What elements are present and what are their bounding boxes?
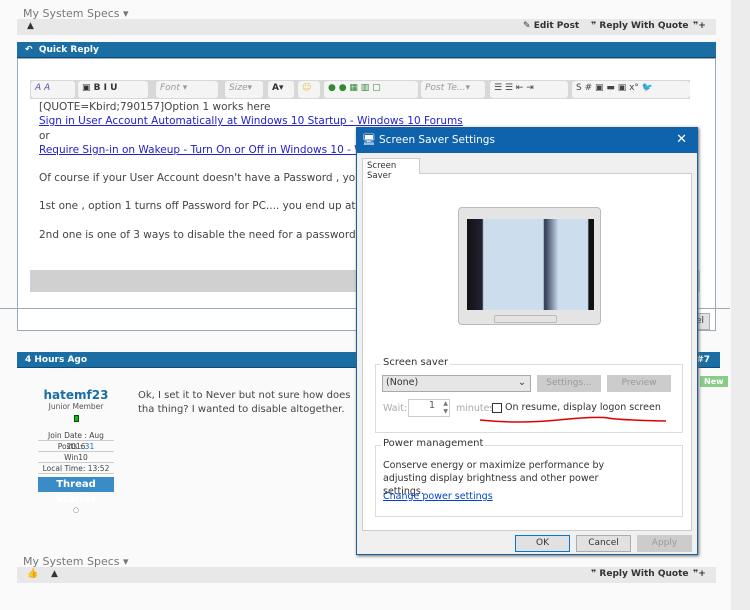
- post-action-bar-top: ▲ ✎ Edit Post ❞ Reply With Quote ❞+: [17, 19, 716, 35]
- list-indent-icons[interactable]: ☰ ☰ ⇤ ⇥: [490, 81, 568, 98]
- size-select[interactable]: Size▾: [225, 81, 263, 98]
- tab-screen-saver[interactable]: Screen Saver: [362, 158, 420, 181]
- font-select[interactable]: Font ▾: [156, 81, 218, 98]
- post-body: Ok, I set it to Never but not sure how d…: [138, 390, 351, 415]
- power-management-group: Power management Conserve energy or maxi…: [375, 438, 683, 517]
- screen-saver-group: Screen saver (None) ⌄ Settings... Preview…: [375, 357, 683, 433]
- reply-with-quote-button[interactable]: ❞ Reply With Quote: [591, 21, 689, 31]
- screen-saver-select[interactable]: (None) ⌄: [382, 375, 531, 392]
- font-label: Font: [160, 83, 180, 93]
- edit-post-label: Edit Post: [533, 21, 580, 31]
- online-status-icon: [73, 415, 79, 422]
- thread-starter-badge: Thread Starter: [38, 477, 114, 505]
- posts-label: Posts :: [57, 442, 85, 451]
- multi-quote-icon[interactable]: ❞+: [693, 569, 706, 579]
- dialog-title: Screen Saver Settings: [379, 134, 495, 146]
- spinner-arrows-icon[interactable]: ▲ ▼: [443, 400, 448, 416]
- text-line: [QUOTE=Kbird;790157]Option 1 works here: [39, 101, 271, 113]
- join-date: Join Date : Aug 2016: [38, 430, 114, 451]
- username[interactable]: hatemf23: [38, 388, 114, 402]
- posts-count: Posts : 31: [38, 441, 114, 452]
- paste-bold-italic-underline[interactable]: ▣ B I U: [78, 81, 148, 98]
- close-icon[interactable]: ✕: [676, 132, 687, 147]
- chevron-down-icon: ⌄: [518, 377, 526, 388]
- wait-label: Wait:: [383, 403, 408, 414]
- monitor-stand: [494, 315, 557, 323]
- logon-checkbox-label[interactable]: On resume, display logon screen: [505, 402, 661, 413]
- preview-screen: [467, 219, 594, 310]
- selected-screen-saver: (None): [386, 377, 419, 388]
- like-icon[interactable]: 👍: [27, 569, 38, 579]
- link-image-video-icons[interactable]: ● ● ▦ ▥ ▢: [324, 81, 418, 98]
- post-template-label: Post Te...: [425, 83, 466, 93]
- screen-saver-legend: Screen saver: [381, 357, 451, 368]
- local-time: Local Time: 13:52: [38, 463, 114, 474]
- power-management-legend: Power management: [381, 438, 486, 449]
- post-number[interactable]: #7: [696, 355, 710, 365]
- user-os: Win10: [38, 452, 114, 463]
- new-badge: New: [700, 376, 728, 387]
- screen-saver-dialog: 🖥 Screen Saver Settings ✕ Screen Saver S…: [356, 127, 698, 555]
- ok-button[interactable]: OK: [515, 535, 570, 552]
- wait-spinner[interactable]: 1 ▲ ▼: [408, 399, 450, 417]
- user-info: hatemf23 Junior Member Join Date : Aug 2…: [38, 388, 114, 514]
- quick-reply-header: ↶ Quick Reply: [17, 42, 716, 58]
- reply-with-quote-button[interactable]: ❞ Reply With Quote: [591, 569, 689, 579]
- misc-format-icons[interactable]: S # ▣ ▬ ▣ x° 🐦: [572, 81, 690, 98]
- cancel-button[interactable]: Cancel: [576, 535, 631, 552]
- report-icon[interactable]: ▲: [27, 21, 34, 31]
- wait-value: 1: [428, 400, 435, 411]
- text-color-icon[interactable]: A▾: [268, 81, 294, 98]
- quick-reply-title: Quick Reply: [38, 45, 99, 55]
- change-power-settings-link[interactable]: Change power settings: [383, 491, 493, 502]
- monitor-icon: 🖥: [362, 133, 376, 146]
- post-time: 4 Hours Ago: [25, 355, 88, 365]
- report-icon[interactable]: ▲: [51, 569, 58, 579]
- logon-checkbox[interactable]: [492, 403, 502, 413]
- apply-button[interactable]: Apply: [637, 535, 692, 552]
- posts-link[interactable]: 31: [85, 442, 95, 451]
- user-rank: Junior Member: [48, 402, 104, 411]
- dialog-titlebar: 🖥 Screen Saver Settings ✕: [357, 128, 697, 153]
- multi-quote-icon[interactable]: ❞+: [693, 21, 706, 31]
- red-underline-annotation: [479, 416, 667, 423]
- remove-format-icon[interactable]: A A: [31, 81, 75, 98]
- settings-button[interactable]: Settings...: [537, 375, 601, 392]
- editor-toolbar: A A ▣ B I U Font ▾ Size▾ A▾ ☺ ● ● ▦ ▥ ▢ …: [30, 80, 690, 99]
- preview-button[interactable]: Preview: [607, 375, 671, 392]
- scrollbar-track[interactable]: [731, 0, 750, 610]
- size-label: Size: [229, 83, 248, 93]
- tab-panel: Screen saver (None) ⌄ Settings... Preview…: [362, 173, 692, 531]
- reply-with-quote-label: Reply With Quote: [599, 21, 689, 31]
- monitor-preview: [458, 207, 601, 325]
- edit-post-button[interactable]: ✎ Edit Post: [523, 21, 579, 31]
- post-action-bar-bottom: 👍 ▲ ❞ Reply With Quote ❞+: [17, 567, 716, 583]
- smiley-icon[interactable]: ☺: [298, 81, 320, 98]
- minutes-label: minutes: [456, 403, 495, 414]
- reputation-icon: ○: [72, 506, 80, 514]
- post-template-select[interactable]: Post Te...▾: [421, 81, 485, 98]
- reply-with-quote-label: Reply With Quote: [599, 569, 689, 579]
